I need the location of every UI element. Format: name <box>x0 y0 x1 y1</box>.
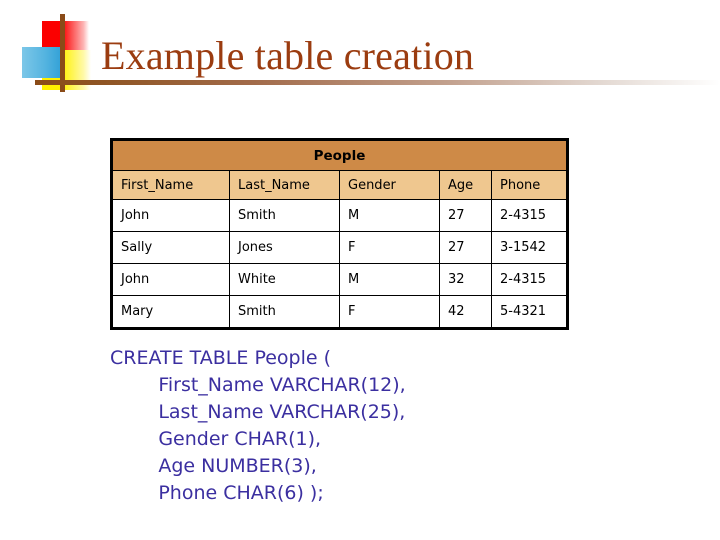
column-header-phone: Phone <box>490 170 569 200</box>
cell-first-name: John <box>111 263 230 296</box>
table-caption-row: People <box>110 139 569 171</box>
table-header-row: First_Name Last_Name Gender Age Phone <box>111 170 569 200</box>
cell-gender: M <box>339 263 440 296</box>
cell-gender: F <box>339 295 440 329</box>
cell-age: 42 <box>439 295 492 329</box>
cell-gender: M <box>339 199 440 232</box>
column-header-gender: Gender <box>339 170 440 200</box>
cell-last-name: Smith <box>229 295 340 329</box>
cell-age: 27 <box>439 199 492 232</box>
yellow-square-icon <box>42 50 91 90</box>
cell-first-name: Mary <box>111 295 230 329</box>
cell-phone: 3-1542 <box>490 231 569 264</box>
table-row: John White M 32 2-4315 <box>111 263 569 296</box>
cell-phone: 2-4315 <box>490 263 569 296</box>
cell-last-name: Smith <box>229 199 340 232</box>
sql-create-table-statement: CREATE TABLE People ( First_Name VARCHAR… <box>110 347 406 504</box>
red-square-icon <box>42 21 89 53</box>
cell-phone: 2-4315 <box>490 199 569 232</box>
table-caption: People <box>110 139 569 171</box>
cell-last-name: White <box>229 263 340 296</box>
cell-gender: F <box>339 231 440 264</box>
table-row: Sally Jones F 27 3-1542 <box>111 231 569 264</box>
cell-last-name: Jones <box>229 231 340 264</box>
blue-square-icon <box>22 47 63 78</box>
cell-first-name: Sally <box>111 231 230 264</box>
column-header-first-name: First_Name <box>111 170 230 200</box>
horizontal-rule-icon <box>35 80 720 85</box>
cell-age: 27 <box>439 231 492 264</box>
cell-first-name: John <box>111 199 230 232</box>
people-table: People First_Name Last_Name Gender Age P… <box>110 138 570 330</box>
column-header-age: Age <box>439 170 492 200</box>
cell-age: 32 <box>439 263 492 296</box>
page-title: Example table creation <box>101 33 475 78</box>
table-row: John Smith M 27 2-4315 <box>111 199 569 232</box>
vertical-rule-icon <box>60 14 65 92</box>
table-row: Mary Smith F 42 5-4321 <box>111 295 569 329</box>
column-header-last-name: Last_Name <box>229 170 340 200</box>
cell-phone: 5-4321 <box>490 295 569 329</box>
